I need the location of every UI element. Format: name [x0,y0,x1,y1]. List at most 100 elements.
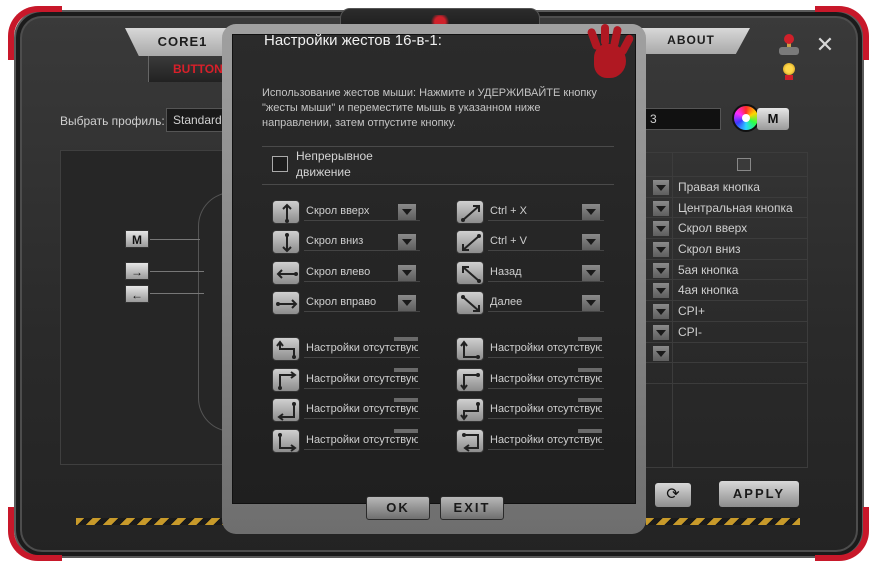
gesture-combo-2[interactable]: Настройки отсутствуют [272,368,424,392]
dropdown-arrow-icon[interactable] [582,265,600,281]
joystick-icon[interactable] [778,34,800,56]
dropdown-bar[interactable] [578,398,602,402]
profile-label: Выбрать профиль: [60,114,165,128]
refresh-button[interactable]: ⟳ [655,483,691,507]
dropdown-bar[interactable] [578,337,602,341]
gesture-combo-6[interactable]: Настройки отсутствуют [456,368,608,392]
button-assignment-table: Правая кнопка Центральная кнопка Скрол в… [640,152,808,468]
table-row[interactable]: Скрол вверх [641,218,807,240]
gesture-combo-8[interactable]: Настройки отсутствуют [456,429,608,453]
tab-about[interactable]: ABOUT [632,28,750,54]
table-row[interactable]: 4ая кнопка [641,280,807,302]
gesture-combo-3[interactable]: Настройки отсутствуют [272,398,424,422]
side-button-forward[interactable]: → [125,262,149,280]
connector-line [150,271,204,272]
continuous-movement-label: Непрерывное движение [296,149,373,179]
dropdown-arrow-icon[interactable] [653,242,669,258]
gesture-combo-1[interactable]: Настройки отсутствуют [272,337,424,361]
table-row[interactable]: Центральная кнопка [641,198,807,219]
exit-button[interactable]: EXIT [440,496,504,520]
arrow-up-down-icon[interactable] [272,200,300,224]
table-column-divider [672,152,673,468]
dialog-title: Настройки жестов 16-в-1: [264,32,442,49]
divider [262,184,614,185]
dropdown-bar[interactable] [578,368,602,372]
dropdown-bar[interactable] [578,429,602,433]
arrow-left-icon[interactable] [272,261,300,285]
color-wheel-icon[interactable] [732,104,760,132]
dropdown-arrow-icon[interactable] [653,345,669,361]
hazard-stripe [76,518,226,525]
gesture-combo-5[interactable]: Настройки отсутствуют [456,337,608,361]
gesture-scroll-down[interactable]: Скрол вниз [272,230,424,254]
m-button[interactable]: M [757,108,789,130]
gesture-scroll-left[interactable]: Скрол влево [272,261,424,285]
turn-left-up-icon[interactable] [456,368,484,392]
dropdown-arrow-icon[interactable] [398,265,416,281]
light-bulb-icon[interactable] [780,62,798,82]
select-all-checkbox[interactable] [737,158,751,171]
arrow-down-icon[interactable] [272,230,300,254]
gesture-scroll-right[interactable]: Скрол вправо [272,291,424,315]
table-header [641,153,807,177]
dropdown-arrow-icon[interactable] [653,283,669,299]
gesture-back[interactable]: Назад [456,261,608,285]
dropdown-arrow-icon[interactable] [653,324,669,340]
dropdown-arrow-icon[interactable] [398,204,416,220]
arrow-down-right-icon[interactable] [456,291,484,315]
dropdown-bar[interactable] [394,429,418,433]
dropdown-arrow-icon[interactable] [653,262,669,278]
dropdown-bar[interactable] [394,337,418,341]
gesture-combo-4[interactable]: Настройки отсутствуют [272,429,424,453]
table-row[interactable]: Скрол вниз [641,239,807,260]
turn-up-right-icon[interactable] [456,337,484,361]
ok-button[interactable]: OK [366,496,430,520]
gesture-forward[interactable]: Далее [456,291,608,315]
dropdown-bar[interactable] [394,398,418,402]
side-button-back[interactable]: ← [125,285,149,303]
dropdown-arrow-icon[interactable] [398,295,416,311]
table-row[interactable] [641,343,807,364]
continuous-movement-checkbox[interactable] [272,156,288,172]
level-field[interactable]: 3 [643,108,721,130]
dropdown-arrow-icon[interactable] [653,180,669,195]
refresh-icon: ⟳ [666,486,680,503]
dropdown-arrow-icon[interactable] [582,234,600,250]
close-icon[interactable]: ✕ [814,34,836,56]
turn-right-down-icon[interactable] [456,398,484,422]
connector-line [150,293,204,294]
table-row[interactable]: 5ая кнопка [641,260,807,281]
connector-line [150,239,200,240]
turn-up-left-icon[interactable] [272,337,300,361]
side-button-m[interactable]: M [125,230,149,248]
gesture-ctrl-v[interactable]: Ctrl + V [456,230,608,254]
turn-down-left-icon[interactable] [456,429,484,453]
arrow-down-left-icon[interactable] [456,230,484,254]
dropdown-arrow-icon[interactable] [653,304,669,320]
arrow-up-left-icon[interactable] [456,261,484,285]
dropdown-arrow-icon[interactable] [398,234,416,250]
arrow-up-right-icon[interactable] [456,200,484,224]
dropdown-arrow-icon[interactable] [653,221,669,237]
divider [262,146,614,147]
arrow-right-icon[interactable] [272,291,300,315]
table-row[interactable]: Правая кнопка [641,177,807,198]
corner-accent [8,507,62,561]
dropdown-arrow-icon[interactable] [582,295,600,311]
dropdown-arrow-icon[interactable] [653,200,669,216]
bloody-hand-logo-icon [584,24,638,84]
turn-left-down-icon[interactable] [272,398,300,422]
table-row [641,363,807,384]
turn-right-up-icon[interactable] [272,368,300,392]
corner-accent [8,6,62,60]
turn-down-right-icon[interactable] [272,429,300,453]
gesture-combo-7[interactable]: Настройки отсутствуют [456,398,608,422]
apply-button[interactable]: APPLY [719,481,799,507]
dropdown-arrow-icon[interactable] [582,204,600,220]
gesture-ctrl-x[interactable]: Ctrl + X [456,200,608,224]
dropdown-bar[interactable] [394,368,418,372]
table-row[interactable]: CPI- [641,322,807,343]
table-row[interactable]: CPI+ [641,301,807,322]
gesture-scroll-up[interactable]: Скрол вверх [272,200,424,224]
hazard-stripe [646,518,800,525]
